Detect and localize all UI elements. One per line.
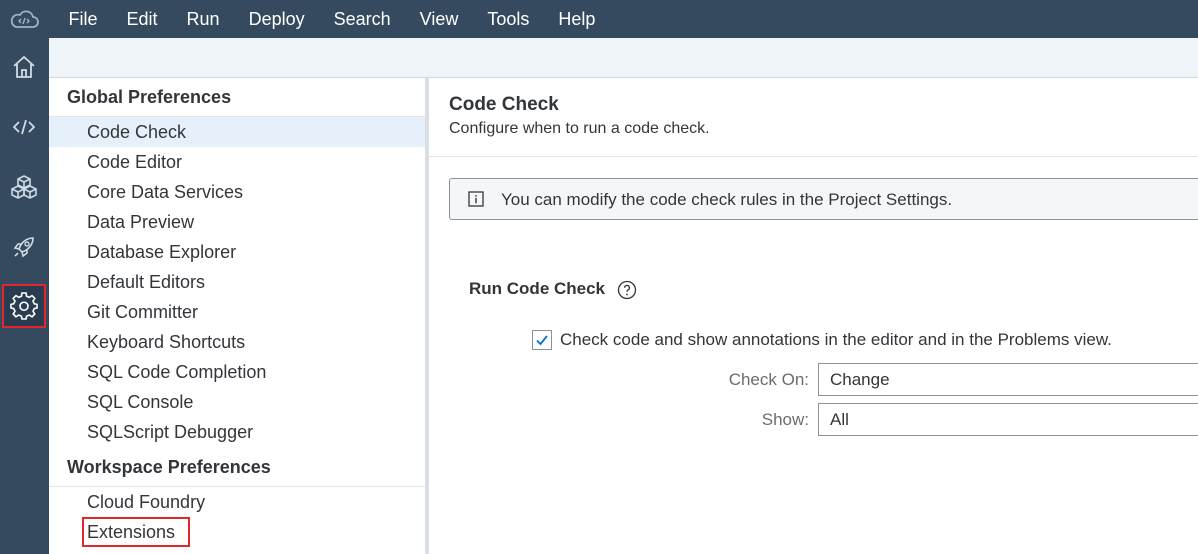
development-button[interactable]: [3, 106, 45, 148]
database-explorer-button[interactable]: [3, 166, 45, 208]
pref-item-code-editor[interactable]: Code Editor: [49, 147, 425, 177]
info-message-strip: You can modify the code check rules in t…: [449, 178, 1198, 220]
pref-item-label: Code Check: [87, 122, 187, 142]
help-icon[interactable]: [617, 280, 637, 300]
check-on-select[interactable]: Change: [818, 363, 1198, 396]
preference-content: Code Check Configure when to run a code …: [429, 78, 1198, 554]
pref-item-extensions[interactable]: Extensions: [49, 517, 425, 547]
gear-icon: [10, 292, 38, 320]
pref-item-label: Git Committer: [87, 302, 199, 322]
info-icon: [468, 191, 484, 207]
section-title: Run Code Check: [469, 279, 606, 298]
pref-item-label: Keyboard Shortcuts: [87, 332, 246, 352]
menu-bar: File Edit Run Deploy Search View Tools H…: [0, 0, 1198, 38]
pref-item-core-data-services[interactable]: Core Data Services: [49, 177, 425, 207]
menu-file[interactable]: File: [54, 0, 112, 38]
pref-item-git-committer[interactable]: Git Committer: [49, 297, 425, 327]
side-icon-bar: [0, 38, 49, 554]
menu-help[interactable]: Help: [544, 0, 610, 38]
pref-item-sql-console[interactable]: SQL Console: [49, 387, 425, 417]
checkmark-icon: [536, 335, 548, 346]
pref-item-sqlscript-debugger[interactable]: SQLScript Debugger: [49, 417, 425, 447]
menu-search[interactable]: Search: [319, 0, 405, 38]
pref-item-database-explorer[interactable]: Database Explorer: [49, 237, 425, 267]
menu-edit[interactable]: Edit: [112, 0, 172, 38]
toolbar: [49, 38, 1198, 78]
menu-run[interactable]: Run: [172, 0, 234, 38]
pref-item-default-editors[interactable]: Default Editors: [49, 267, 425, 297]
code-icon: [12, 119, 36, 135]
pref-item-label: Data Preview: [87, 212, 195, 232]
info-text: You can modify the code check rules in t…: [501, 190, 953, 209]
preferences-list: Global Preferences Code Check Code Edito…: [49, 78, 425, 554]
preferences-button[interactable]: [2, 284, 46, 328]
page-subtitle: Configure when to run a code check.: [449, 120, 710, 137]
global-preferences-title: Global Preferences: [67, 87, 232, 107]
pref-item-label: SQL Code Completion: [87, 362, 267, 382]
pref-item-label: SQL Console: [87, 392, 194, 412]
show-label: Show:: [761, 410, 809, 429]
pref-item-data-preview[interactable]: Data Preview: [49, 207, 425, 237]
menu-tools[interactable]: Tools: [473, 0, 544, 38]
cloud-code-icon[interactable]: [8, 8, 40, 30]
pref-item-sql-code-completion[interactable]: SQL Code Completion: [49, 357, 425, 387]
check-code-checkbox[interactable]: [532, 330, 552, 350]
pref-item-label: Default Editors: [87, 272, 206, 292]
rocket-icon: [13, 237, 34, 258]
menu-deploy[interactable]: Deploy: [234, 0, 319, 38]
pref-item-code-check[interactable]: Code Check: [49, 117, 425, 147]
menu-list: File Edit Run Deploy Search View Tools H…: [54, 0, 610, 38]
page-title: Code Check: [449, 94, 559, 115]
pref-item-label: SQLScript Debugger: [87, 422, 254, 442]
check-code-label: Check code and show annotations in the e…: [560, 330, 1112, 349]
workspace-preferences-title: Workspace Preferences: [67, 457, 271, 477]
pref-item-label: Cloud Foundry: [87, 492, 206, 512]
home-icon: [13, 55, 35, 78]
pref-item-keyboard-shortcuts[interactable]: Keyboard Shortcuts: [49, 327, 425, 357]
pref-item-label: Code Editor: [87, 152, 183, 172]
pref-item-label: Core Data Services: [87, 182, 244, 202]
cubes-icon: [11, 175, 37, 199]
show-select[interactable]: All: [818, 403, 1198, 436]
content-header: Code Check Configure when to run a code …: [429, 78, 1198, 157]
pref-item-label: Extensions: [81, 517, 191, 547]
menu-view[interactable]: View: [405, 0, 473, 38]
check-on-label: Check On:: [728, 370, 809, 389]
pref-item-cloud-foundry[interactable]: Cloud Foundry: [49, 487, 425, 517]
home-button[interactable]: [3, 46, 45, 88]
pref-item-label: Database Explorer: [87, 242, 237, 262]
deploy-button[interactable]: [3, 226, 45, 268]
